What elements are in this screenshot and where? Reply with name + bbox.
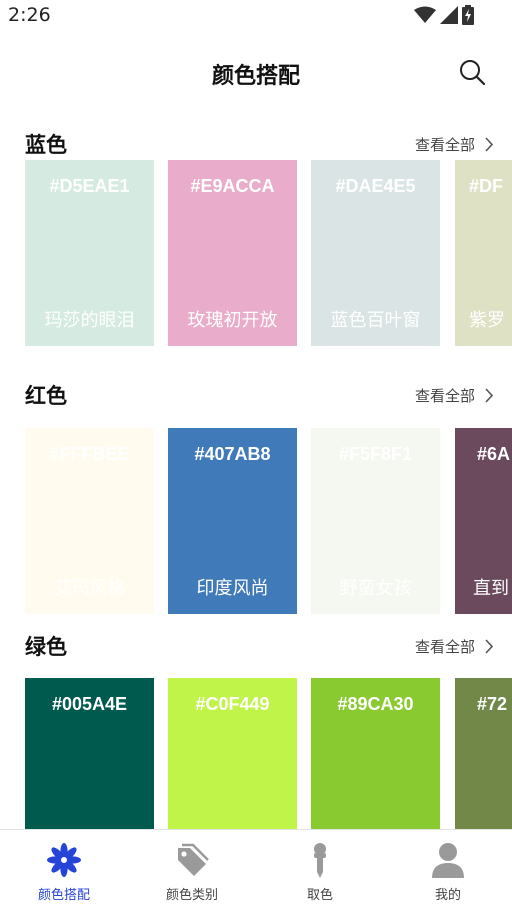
color-hex: #72 xyxy=(477,694,508,714)
section-title: 红色 xyxy=(25,384,67,408)
color-card[interactable]: #6A 直到 xyxy=(455,428,512,614)
wifi-icon xyxy=(414,6,436,23)
section-title: 绿色 xyxy=(25,635,67,659)
color-hex: #6A xyxy=(477,444,511,464)
color-card-list: #FFFBEE 艾玛风格 #407AB8 印度风尚 #F5F8F1 野蛮女孩 #… xyxy=(25,428,512,614)
color-hex: #DF xyxy=(469,176,504,196)
color-card[interactable]: #005A4E xyxy=(25,678,154,829)
color-name: 蓝色百叶窗 xyxy=(330,310,421,331)
color-name: 玫瑰初开放 xyxy=(187,310,278,331)
color-card-list: #005A4E #C0F449 #89CA30 #72 xyxy=(25,678,512,829)
color-card[interactable]: #D5EAE1 玛莎的眼泪 xyxy=(25,160,154,346)
color-card[interactable]: #89CA30 xyxy=(311,678,440,829)
color-card[interactable]: #DF 紫罗 xyxy=(455,160,512,346)
view-all-link[interactable]: 查看全部 xyxy=(415,385,494,406)
signal-icon xyxy=(440,6,458,24)
color-hex: #005A4E xyxy=(51,694,128,714)
chevron-right-icon xyxy=(485,388,494,403)
tab-pick-color[interactable]: 取色 xyxy=(256,830,384,912)
color-card[interactable]: #C0F449 xyxy=(168,678,297,829)
color-card[interactable]: #FFFBEE 艾玛风格 xyxy=(25,428,154,614)
section-title: 蓝色 xyxy=(25,133,67,157)
color-hex: #F5F8F1 xyxy=(338,444,413,464)
color-hex: #89CA30 xyxy=(337,694,414,714)
chevron-right-icon xyxy=(485,137,494,152)
color-card[interactable]: #E9ACCA 玫瑰初开放 xyxy=(168,160,297,346)
tab-label: 颜色搭配 xyxy=(37,888,90,903)
color-card[interactable]: #F5F8F1 野蛮女孩 xyxy=(311,428,440,614)
tab-label: 我的 xyxy=(434,888,461,903)
color-card[interactable]: #DAE4E5 蓝色百叶窗 xyxy=(311,160,440,346)
color-hex: #FFFBEE xyxy=(49,444,130,464)
color-name: 直到 xyxy=(473,578,509,599)
bottom-tab-bar: 颜色搭配 颜色类别 取色 我的 xyxy=(0,829,512,912)
color-hex: #C0F449 xyxy=(195,694,270,714)
color-card[interactable]: #407AB8 印度风尚 xyxy=(168,428,297,614)
color-name: 野蛮女孩 xyxy=(339,578,412,599)
color-name: 艾玛风格 xyxy=(53,578,126,599)
color-hex: #E9ACCA xyxy=(190,176,275,196)
tab-label: 颜色类别 xyxy=(165,888,218,903)
color-hex: #DAE4E5 xyxy=(335,176,416,196)
tab-label: 取色 xyxy=(306,888,333,903)
eyedropper-icon xyxy=(314,843,326,878)
tab-mine[interactable]: 我的 xyxy=(384,830,512,912)
color-card-list: #D5EAE1 玛莎的眼泪 #E9ACCA 玫瑰初开放 #DAE4E5 蓝色百叶… xyxy=(25,160,512,346)
search-button[interactable] xyxy=(458,58,486,86)
status-bar: 2:26 xyxy=(0,0,512,32)
battery-charging-icon xyxy=(462,5,474,25)
chevron-right-icon xyxy=(485,639,494,654)
color-name: 玛莎的眼泪 xyxy=(44,310,135,331)
section-blue: 蓝色 查看全部 #D5EAE1 玛莎的眼泪 #E9ACCA 玫瑰初开放 #DAE… xyxy=(0,130,512,370)
color-name: 紫罗 xyxy=(469,310,505,331)
color-hex: #D5EAE1 xyxy=(49,176,130,196)
flower-icon xyxy=(47,843,81,877)
color-card[interactable]: #72 xyxy=(455,678,512,829)
color-name: 印度风尚 xyxy=(196,578,269,599)
view-all-link[interactable]: 查看全部 xyxy=(415,134,494,155)
tags-icon xyxy=(178,843,209,876)
view-all-link[interactable]: 查看全部 xyxy=(415,636,494,657)
color-hex: #407AB8 xyxy=(194,444,271,464)
tab-color-matching[interactable]: 颜色搭配 xyxy=(0,830,128,912)
person-icon xyxy=(432,843,464,878)
search-icon xyxy=(460,60,486,86)
page-title: 颜色搭配 xyxy=(211,64,300,89)
tab-color-categories[interactable]: 颜色类别 xyxy=(128,830,256,912)
app-header: 颜色搭配 xyxy=(0,44,512,100)
section-red: 红色 查看全部 #FFFBEE 艾玛风格 #407AB8 印度风尚 #F5F8F… xyxy=(0,381,512,621)
status-time: 2:26 xyxy=(8,4,51,26)
